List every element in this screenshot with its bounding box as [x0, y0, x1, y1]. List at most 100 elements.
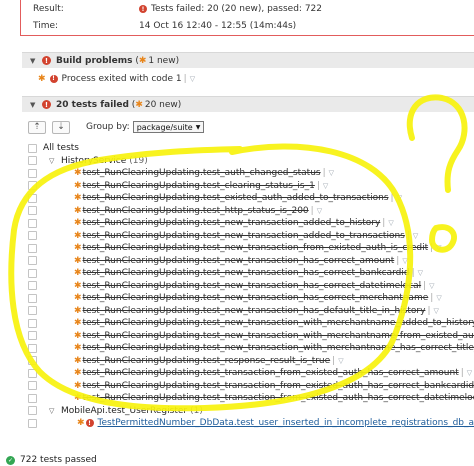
- small-triangle-icon[interactable]: ▽: [433, 307, 438, 315]
- test-row[interactable]: ✱ test_RunClearingUpdating.test_transacti…: [28, 392, 474, 405]
- test-checkbox[interactable]: [28, 318, 37, 328]
- small-triangle-icon[interactable]: ▽: [436, 294, 441, 302]
- test-checkbox[interactable]: [28, 168, 37, 178]
- build-problems-header[interactable]: ▼ ! Build problems (✱ 1 new): [22, 52, 474, 68]
- test-checkbox[interactable]: [28, 231, 37, 241]
- triangle-down-icon[interactable]: ▼: [30, 101, 38, 109]
- error-circle-icon: !: [42, 100, 51, 109]
- group-checkbox[interactable]: [28, 406, 37, 416]
- test-name[interactable]: test_RunClearingUpdating.test_new_transa…: [83, 293, 429, 303]
- group-name: MobileApi.test_UserRegister: [61, 405, 188, 416]
- triangle-down-icon[interactable]: ▽: [49, 407, 57, 415]
- test-checkbox[interactable]: [28, 343, 37, 353]
- test-row[interactable]: ✱ test_RunClearingUpdating.test_transacti…: [28, 367, 474, 380]
- small-triangle-icon[interactable]: ▽: [467, 369, 472, 377]
- test-row[interactable]: ✱ test_RunClearingUpdating.test_auth_chan…: [28, 167, 474, 180]
- test-row[interactable]: ✱ test_RunClearingUpdating.test_new_trans…: [28, 330, 474, 343]
- test-name[interactable]: test_RunClearingUpdating.test_new_transa…: [83, 318, 474, 328]
- collapse-all-button[interactable]: ⇣: [52, 120, 70, 134]
- test-row[interactable]: ✱ test_RunClearingUpdating.test_new_trans…: [28, 305, 474, 318]
- group-checkbox[interactable]: [28, 156, 37, 166]
- test-row[interactable]: ✱ test_RunClearingUpdating.test_transacti…: [28, 380, 474, 393]
- test-name[interactable]: test_RunClearingUpdating.test_new_transa…: [83, 256, 395, 266]
- expand-all-button[interactable]: ⇡: [28, 120, 46, 134]
- small-triangle-icon[interactable]: ▽: [418, 269, 423, 277]
- test-row[interactable]: ✱ test_RunClearingUpdating.test_new_trans…: [28, 342, 474, 355]
- test-row[interactable]: ✱ test_RunClearingUpdating.test_http_stat…: [28, 205, 474, 218]
- small-triangle-icon[interactable]: ▽: [323, 182, 328, 190]
- test-name[interactable]: test_RunClearingUpdating.test_transactio…: [83, 368, 459, 378]
- asterisk-icon: ✱: [74, 180, 82, 191]
- triangle-down-icon[interactable]: ▼: [30, 57, 38, 65]
- test-name[interactable]: test_RunClearingUpdating.test_auth_chang…: [83, 168, 321, 178]
- test-row[interactable]: ✱ test_RunClearingUpdating.test_new_trans…: [28, 280, 474, 293]
- separator: |: [460, 368, 464, 379]
- test-checkbox[interactable]: [28, 256, 37, 266]
- test-checkbox[interactable]: [28, 218, 37, 228]
- test-name[interactable]: test_RunClearingUpdating.test_http_statu…: [83, 206, 309, 216]
- small-triangle-icon[interactable]: ▽: [329, 169, 334, 177]
- small-triangle-icon[interactable]: ▽: [429, 282, 434, 290]
- group-by-select[interactable]: package/suite ▼: [132, 121, 205, 133]
- test-row[interactable]: ✱ test_RunClearingUpdating.test_new_trans…: [28, 230, 474, 243]
- small-triangle-icon[interactable]: ▽: [190, 75, 195, 83]
- test-name[interactable]: test_RunClearingUpdating.test_new_transa…: [83, 231, 405, 241]
- test-checkbox[interactable]: [28, 331, 37, 341]
- test-checkbox[interactable]: [28, 268, 37, 278]
- test-checkbox[interactable]: [28, 206, 37, 216]
- build-problem-item[interactable]: ✱ ! Process exited with code 1 | ▽: [38, 72, 195, 85]
- test-name[interactable]: test_RunClearingUpdating.test_new_transa…: [83, 218, 381, 228]
- test-row[interactable]: ✱ test_RunClearingUpdating.test_existed_a…: [28, 192, 474, 205]
- test-checkbox[interactable]: [28, 306, 37, 316]
- tests-failed-header[interactable]: ▼ ! 20 tests failed (✱ 20 new): [22, 96, 474, 112]
- test-checkbox[interactable]: [28, 393, 37, 403]
- test-name[interactable]: test_RunClearingUpdating.test_response_r…: [83, 356, 331, 366]
- test-checkbox[interactable]: [28, 193, 37, 203]
- test-name[interactable]: test_RunClearingUpdating.test_transactio…: [83, 381, 474, 391]
- test-name[interactable]: test_RunClearingUpdating.test_new_transa…: [83, 281, 422, 291]
- small-triangle-icon[interactable]: ▽: [402, 257, 407, 265]
- test-name[interactable]: test_RunClearingUpdating.test_new_transa…: [83, 243, 429, 253]
- test-name[interactable]: test_RunClearingUpdating.test_new_transa…: [83, 343, 474, 353]
- test-checkbox[interactable]: [28, 181, 37, 191]
- test-row[interactable]: ✱ test_RunClearingUpdating.test_clearing_…: [28, 180, 474, 193]
- test-row[interactable]: ✱ test_RunClearingUpdating.test_new_trans…: [28, 292, 474, 305]
- test-name[interactable]: TestPermittedNumber_DbData.test_user_ins…: [98, 418, 474, 428]
- passed-summary[interactable]: ✓ 722 tests passed: [6, 454, 97, 466]
- small-triangle-icon[interactable]: ▽: [388, 219, 393, 227]
- small-triangle-icon[interactable]: ▽: [413, 232, 418, 240]
- test-checkbox[interactable]: [28, 293, 37, 303]
- small-triangle-icon[interactable]: ▽: [397, 194, 402, 202]
- tree-group-row[interactable]: ▽ HistoryService (19): [28, 155, 474, 168]
- test-name[interactable]: test_RunClearingUpdating.test_transactio…: [83, 393, 474, 403]
- test-name[interactable]: test_RunClearingUpdating.test_existed_au…: [83, 193, 389, 203]
- tree-group-row[interactable]: ▽ MobileApi.test_UserRegister (1): [28, 405, 474, 418]
- group-by-label: Group by:: [86, 122, 130, 132]
- test-row[interactable]: ✱ test_RunClearingUpdating.test_new_trans…: [28, 317, 474, 330]
- all-tests-checkbox[interactable]: [28, 143, 37, 153]
- test-checkbox[interactable]: [28, 243, 37, 253]
- test-checkbox[interactable]: [28, 281, 37, 291]
- arrow-down-icon: ⇣: [57, 122, 65, 132]
- test-row[interactable]: ✱ test_RunClearingUpdating.test_new_trans…: [28, 217, 474, 230]
- all-tests-row[interactable]: All tests: [28, 142, 474, 155]
- test-name[interactable]: test_RunClearingUpdating.test_clearing_s…: [83, 181, 315, 191]
- test-checkbox[interactable]: [28, 368, 37, 378]
- triangle-down-icon[interactable]: ▽: [49, 157, 57, 165]
- test-row[interactable]: ✱ test_RunClearingUpdating.test_new_trans…: [28, 242, 474, 255]
- test-row[interactable]: ✱! TestPermittedNumber_DbData.test_user_i…: [28, 417, 474, 430]
- test-name[interactable]: test_RunClearingUpdating.test_new_transa…: [83, 331, 474, 341]
- small-triangle-icon[interactable]: ▽: [338, 357, 343, 365]
- test-row[interactable]: ✱ test_RunClearingUpdating.test_new_trans…: [28, 267, 474, 280]
- test-checkbox[interactable]: [28, 418, 37, 428]
- test-row[interactable]: ✱ test_RunClearingUpdating.test_response_…: [28, 355, 474, 368]
- test-checkbox[interactable]: [28, 381, 37, 391]
- separator: |: [427, 305, 431, 316]
- test-name[interactable]: test_RunClearingUpdating.test_new_transa…: [83, 306, 426, 316]
- test-row[interactable]: ✱ test_RunClearingUpdating.test_new_trans…: [28, 255, 474, 268]
- asterisk-icon: ✱: [74, 218, 82, 229]
- small-triangle-icon[interactable]: ▽: [317, 207, 322, 215]
- test-checkbox[interactable]: [28, 356, 37, 366]
- small-triangle-icon[interactable]: ▽: [436, 244, 441, 252]
- test-name[interactable]: test_RunClearingUpdating.test_new_transa…: [83, 268, 410, 278]
